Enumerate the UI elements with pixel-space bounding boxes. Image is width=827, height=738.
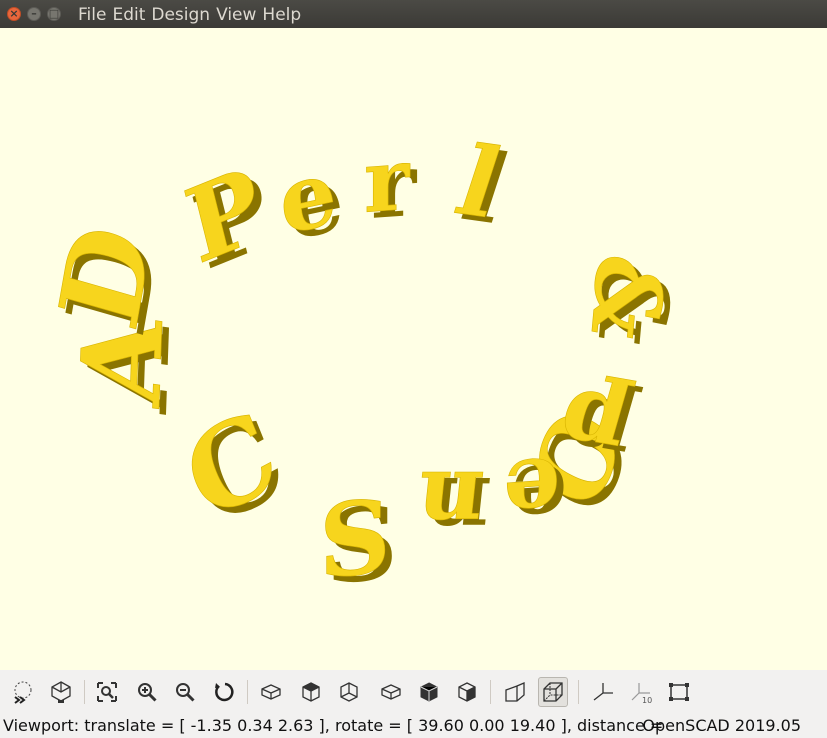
- zoom-in-button[interactable]: [132, 677, 162, 707]
- view-right-icon: [261, 684, 281, 700]
- view-all-button[interactable]: [92, 677, 122, 707]
- version-label: OpenSCAD 2019.05: [642, 716, 801, 735]
- view-front-button[interactable]: [414, 677, 444, 707]
- letter-e-1: e e: [274, 138, 348, 262]
- orthogonal-button[interactable]: [538, 677, 568, 707]
- title-bar: × – □ File Edit Design View Help: [0, 0, 827, 28]
- model-render: P P e e r r l l & & O O p p e e n n S S …: [35, 124, 692, 608]
- letter-ampersand: & &: [570, 245, 692, 355]
- zoom-out-button[interactable]: [170, 677, 200, 707]
- svg-text:r: r: [364, 129, 411, 233]
- render-icon: [51, 681, 71, 703]
- view-top-icon: [302, 682, 320, 702]
- view-bottom-icon: [340, 682, 358, 702]
- toolbar-separator: [84, 680, 85, 704]
- menu-bar: File Edit Design View Help: [78, 5, 307, 25]
- toolbar-separator: [578, 680, 579, 704]
- svg-text:D: D: [36, 212, 178, 342]
- toolbar-separator: [490, 680, 491, 704]
- view-top-button[interactable]: [296, 677, 326, 707]
- zoom-in-icon: [138, 683, 157, 702]
- preview-button[interactable]: [8, 677, 38, 707]
- menu-edit[interactable]: Edit: [112, 5, 150, 25]
- view-back-icon: [458, 682, 476, 702]
- view-left-button[interactable]: [376, 677, 406, 707]
- zoom-out-icon: [176, 683, 195, 702]
- letter-e-2: e e: [501, 436, 569, 553]
- show-axes-icon: [593, 683, 613, 701]
- show-edges-icon: [669, 683, 689, 701]
- letter-S: S S: [319, 476, 398, 608]
- svg-text:10: 10: [642, 696, 652, 704]
- preview-icon: [14, 681, 32, 704]
- orthogonal-icon: [543, 682, 563, 702]
- maximize-icon: □: [48, 7, 60, 20]
- svg-text:e: e: [274, 138, 341, 256]
- view-back-button[interactable]: [452, 677, 482, 707]
- maximize-window-button[interactable]: □: [47, 7, 61, 21]
- view-right-button[interactable]: [256, 677, 286, 707]
- letter-l: l l: [444, 124, 523, 245]
- toolbar-separator: [247, 680, 248, 704]
- view-left-icon: [381, 684, 401, 700]
- view-front-icon: [420, 682, 438, 702]
- svg-text:e: e: [501, 436, 562, 546]
- reset-view-icon: [215, 682, 234, 702]
- viewport-status: Viewport: translate = [ -1.35 0.34 2.63 …: [3, 716, 664, 735]
- render-button[interactable]: [46, 677, 76, 707]
- close-icon: ×: [9, 7, 19, 20]
- perspective-button[interactable]: [500, 677, 530, 707]
- 3d-viewport[interactable]: P P e e r r l l & & O O p p e e n n S S …: [0, 28, 827, 670]
- svg-text:n: n: [412, 450, 489, 556]
- letter-r: r r: [364, 128, 418, 239]
- show-edges-button[interactable]: [664, 677, 694, 707]
- minimize-icon: –: [31, 7, 37, 20]
- view-toolbar: 10: [0, 670, 827, 714]
- show-scale-markers-icon: 10: [631, 683, 652, 704]
- close-window-button[interactable]: ×: [7, 7, 21, 21]
- letter-D: D D: [35, 211, 184, 347]
- status-bar: Viewport: translate = [ -1.35 0.34 2.63 …: [0, 714, 827, 738]
- svg-text:S: S: [319, 476, 391, 602]
- menu-file[interactable]: File: [78, 5, 111, 25]
- menu-help[interactable]: Help: [262, 5, 306, 25]
- show-axes-button[interactable]: [588, 677, 618, 707]
- menu-design[interactable]: Design: [151, 5, 215, 25]
- perspective-icon: [505, 682, 525, 702]
- letter-P: P P: [175, 144, 282, 294]
- view-all-icon: [97, 682, 117, 702]
- letter-n: n n: [411, 450, 495, 562]
- view-bottom-button[interactable]: [334, 677, 364, 707]
- reset-view-button[interactable]: [210, 677, 240, 707]
- show-scale-markers-button[interactable]: 10: [626, 677, 656, 707]
- minimize-window-button[interactable]: –: [27, 7, 41, 21]
- menu-view[interactable]: View: [216, 5, 261, 25]
